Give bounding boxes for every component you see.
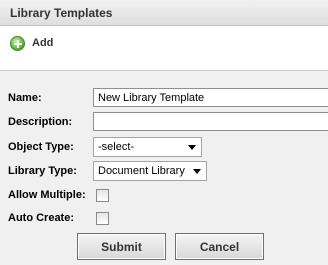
description-row: Description: <box>0 112 328 134</box>
allow-multiple-row: Allow Multiple: <box>0 187 328 209</box>
name-field[interactable] <box>93 88 328 107</box>
library-type-label: Library Type: <box>8 165 77 177</box>
library-type-select[interactable]: Document Library <box>93 161 207 181</box>
object-type-row: Object Type: -select- <box>0 137 328 159</box>
toolbar: Add <box>0 26 328 58</box>
add-circle-icon <box>10 35 25 51</box>
description-field[interactable] <box>93 112 328 131</box>
page-title: Library Templates <box>10 6 113 20</box>
name-label: Name: <box>8 92 42 104</box>
panel-header: Library Templates <box>0 0 328 26</box>
object-type-select[interactable]: -select- <box>93 137 202 157</box>
cancel-button[interactable]: Cancel <box>175 233 264 260</box>
chevron-down-icon <box>188 145 196 150</box>
name-row: Name: <box>0 88 328 110</box>
object-type-label: Object Type: <box>8 141 74 153</box>
auto-create-label: Auto Create: <box>8 212 75 224</box>
submit-button[interactable]: Submit <box>77 233 166 260</box>
auto-create-row: Auto Create: <box>0 210 328 232</box>
chevron-down-icon <box>193 169 201 174</box>
object-type-value: -select- <box>98 141 135 153</box>
description-label: Description: <box>8 116 73 128</box>
allow-multiple-label: Allow Multiple: <box>8 189 86 201</box>
library-type-row: Library Type: Document Library <box>0 161 328 183</box>
library-type-value: Document Library <box>98 165 185 177</box>
add-button-label: Add <box>32 37 54 49</box>
auto-create-checkbox[interactable] <box>96 212 109 225</box>
allow-multiple-checkbox[interactable] <box>96 189 109 202</box>
add-button[interactable]: Add <box>10 34 53 52</box>
